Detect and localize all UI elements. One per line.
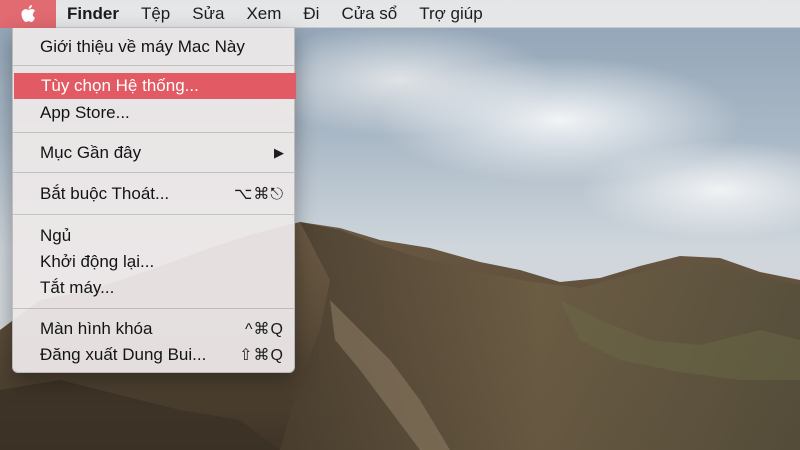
menu-item-log-out[interactable]: Đăng xuất Dung Bui... ⇧⌘Q xyxy=(13,342,294,368)
menu-item-app-store[interactable]: App Store... xyxy=(13,100,294,126)
menu-item-label: Tắt máy... xyxy=(40,278,115,297)
menu-help[interactable]: Trợ giúp xyxy=(408,0,493,28)
menu-separator xyxy=(13,65,294,66)
shortcut-label: ⌥⌘⎋ xyxy=(233,186,284,203)
menu-view[interactable]: Xem xyxy=(235,0,292,28)
menu-edit[interactable]: Sửa xyxy=(181,0,235,28)
shortcut-label: ⇧⌘Q xyxy=(239,347,284,364)
menu-item-recent-items[interactable]: Mục Gần đây ▶ xyxy=(13,140,294,166)
menu-item-label: Tùy chọn Hệ thống... xyxy=(41,76,199,95)
menu-separator xyxy=(13,308,294,309)
shortcut-label: ^⌘Q xyxy=(245,321,284,338)
menu-item-restart[interactable]: Khởi động lại... xyxy=(13,249,294,275)
menu-file[interactable]: Tệp xyxy=(130,0,181,28)
submenu-arrow-icon: ▶ xyxy=(274,145,284,160)
menu-item-lock-screen[interactable]: Màn hình khóa ^⌘Q xyxy=(13,316,294,342)
menu-window[interactable]: Cửa sổ xyxy=(330,0,408,28)
menu-go[interactable]: Đi xyxy=(292,0,330,28)
menu-item-sleep[interactable]: Ngủ xyxy=(13,223,294,249)
menu-separator xyxy=(13,214,294,215)
menu-item-label: Bắt buộc Thoát... xyxy=(40,184,170,203)
menu-item-shut-down[interactable]: Tắt máy... xyxy=(13,275,294,301)
apple-dropdown-menu: Giới thiệu về máy Mac Này Tùy chọn Hệ th… xyxy=(12,28,296,373)
menu-item-about-this-mac[interactable]: Giới thiệu về máy Mac Này xyxy=(13,34,294,60)
menu-item-system-preferences[interactable]: Tùy chọn Hệ thống... xyxy=(14,73,296,99)
menu-finder[interactable]: Finder xyxy=(56,0,130,28)
menu-item-label: Khởi động lại... xyxy=(40,252,155,271)
apple-menu-button[interactable] xyxy=(0,0,56,28)
menu-item-label: App Store... xyxy=(40,103,130,122)
apple-logo-icon xyxy=(20,4,36,23)
menu-item-label: Đăng xuất Dung Bui... xyxy=(40,345,207,364)
menu-bar: Finder Tệp Sửa Xem Đi Cửa sổ Trợ giúp xyxy=(0,0,800,28)
menu-item-label: Mục Gần đây xyxy=(40,143,142,162)
menu-item-label: Giới thiệu về máy Mac Này xyxy=(40,37,245,56)
menu-item-label: Màn hình khóa xyxy=(40,319,153,338)
menu-separator xyxy=(13,132,294,133)
menu-item-label: Ngủ xyxy=(40,226,72,245)
menu-item-force-quit[interactable]: Bắt buộc Thoát... ⌥⌘⎋ xyxy=(13,181,294,207)
menu-separator xyxy=(13,172,294,173)
